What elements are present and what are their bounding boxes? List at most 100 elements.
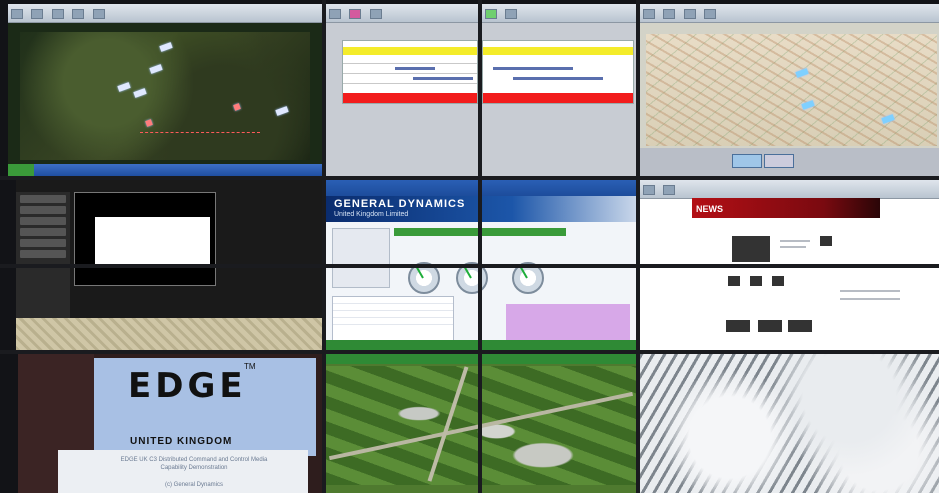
toolbar-button[interactable] xyxy=(683,9,696,19)
menu-item[interactable] xyxy=(20,228,66,236)
grid-line xyxy=(343,73,477,74)
toolbar-button[interactable] xyxy=(643,9,655,19)
map-marker[interactable] xyxy=(275,106,289,116)
toolbar-button[interactable] xyxy=(349,9,362,19)
calendar-widget[interactable] xyxy=(332,228,390,288)
map-marker[interactable] xyxy=(133,88,147,98)
schedule-header-row xyxy=(343,47,477,55)
edge-title-panel: EDGE TM UNITED KINGDOM EDGE UK C3 Distri… xyxy=(18,354,322,493)
schedule-panel-right xyxy=(482,4,636,176)
caption-line-1: EDGE UK C3 Distributed Command and Contr… xyxy=(120,457,268,463)
menu-item[interactable] xyxy=(20,239,66,247)
map-marker[interactable] xyxy=(117,82,131,92)
headline-line[interactable] xyxy=(780,246,806,248)
news-thumb[interactable] xyxy=(728,276,740,286)
gantt-bar[interactable] xyxy=(395,67,435,70)
headline-line[interactable] xyxy=(840,298,900,300)
table-row[interactable] xyxy=(333,311,453,318)
bezel-vertical xyxy=(322,0,326,493)
news-thumb[interactable] xyxy=(820,236,832,246)
map-strip xyxy=(16,318,322,350)
menu-item[interactable] xyxy=(20,217,66,225)
toolbar-button[interactable] xyxy=(704,9,717,19)
toolbar-button[interactable] xyxy=(11,9,23,19)
gantt-bar[interactable] xyxy=(413,77,473,80)
grid-line xyxy=(343,83,477,84)
toolbar-button[interactable] xyxy=(92,9,105,19)
schedule-grid[interactable] xyxy=(482,40,634,104)
aerial-terrain-map[interactable] xyxy=(20,32,310,160)
alert-row xyxy=(483,93,633,103)
bezel-horizontal xyxy=(0,264,939,268)
schedule-panel-left xyxy=(326,4,478,176)
map-controls xyxy=(640,148,939,176)
news-logo[interactable]: NEWS xyxy=(696,204,723,214)
map-marker-red[interactable] xyxy=(145,119,153,127)
bezel-horizontal xyxy=(0,176,939,180)
map-marker-red[interactable] xyxy=(233,103,241,111)
edge-logo: EDGE xyxy=(128,366,247,406)
alert-row xyxy=(343,93,477,103)
map-control-button[interactable] xyxy=(764,154,794,168)
terrain-map-panel xyxy=(8,4,322,176)
browser-toolbar xyxy=(640,180,939,199)
side-menu xyxy=(16,192,70,320)
grid-line xyxy=(343,63,477,64)
caption-line-3: (c) General Dynamics xyxy=(164,482,223,488)
map-marker[interactable] xyxy=(149,64,163,74)
map-control-button[interactable] xyxy=(732,154,762,168)
map-marker[interactable] xyxy=(159,42,173,52)
dialog-window[interactable] xyxy=(74,192,216,286)
toolbar-button[interactable] xyxy=(72,9,85,19)
table-row[interactable] xyxy=(333,297,453,304)
toolbar-button[interactable] xyxy=(51,9,64,19)
headline-line[interactable] xyxy=(840,290,900,292)
toolbar-button[interactable] xyxy=(505,9,518,19)
track-line xyxy=(140,132,260,134)
brand-subtitle: United Kingdom Limited xyxy=(334,211,409,218)
toolbar xyxy=(8,4,322,23)
menu-item[interactable] xyxy=(20,195,66,203)
toolbar-button[interactable] xyxy=(663,9,676,19)
news-thumb[interactable] xyxy=(726,320,750,332)
gantt-bar[interactable] xyxy=(493,67,573,70)
taskbar xyxy=(8,164,322,176)
map-marker[interactable] xyxy=(795,68,809,78)
map-marker[interactable] xyxy=(881,114,895,124)
news-thumb[interactable] xyxy=(772,276,784,286)
country-label: UNITED KINGDOM xyxy=(130,436,233,447)
news-thumb[interactable] xyxy=(750,276,762,286)
table-row[interactable] xyxy=(333,318,453,325)
bezel-vertical xyxy=(636,0,640,493)
forward-button[interactable] xyxy=(663,185,676,195)
snow-photo-panel xyxy=(640,354,939,493)
video-wall: GENERAL DYNAMICS United Kingdom Limited … xyxy=(0,0,939,493)
toolbar-button[interactable] xyxy=(369,9,382,19)
toolbar xyxy=(482,4,636,23)
topographic-map-panel xyxy=(640,4,939,176)
start-button[interactable] xyxy=(8,164,34,176)
highlighted-table[interactable] xyxy=(506,304,630,342)
toolbar xyxy=(640,4,939,23)
news-thumb[interactable] xyxy=(758,320,782,332)
schedule-header-row xyxy=(483,47,633,55)
dialog-content-area[interactable] xyxy=(95,217,210,265)
map-marker[interactable] xyxy=(801,100,815,110)
headline-line[interactable] xyxy=(780,240,810,242)
snow-image[interactable] xyxy=(640,354,939,493)
news-image[interactable] xyxy=(732,236,770,262)
table-row[interactable] xyxy=(333,304,453,311)
toolbar-button[interactable] xyxy=(329,9,341,19)
news-thumb[interactable] xyxy=(788,320,812,332)
topographic-map[interactable] xyxy=(646,34,937,146)
schedule-grid[interactable] xyxy=(342,40,478,104)
toolbar xyxy=(326,4,478,23)
menu-item[interactable] xyxy=(20,206,66,214)
toolbar-button[interactable] xyxy=(31,9,44,19)
brand-title: GENERAL DYNAMICS xyxy=(334,198,466,210)
gantt-bar[interactable] xyxy=(513,77,603,80)
toolbar-button[interactable] xyxy=(485,9,497,19)
back-button[interactable] xyxy=(643,185,655,195)
data-table[interactable] xyxy=(332,296,454,346)
menu-item[interactable] xyxy=(20,250,66,258)
